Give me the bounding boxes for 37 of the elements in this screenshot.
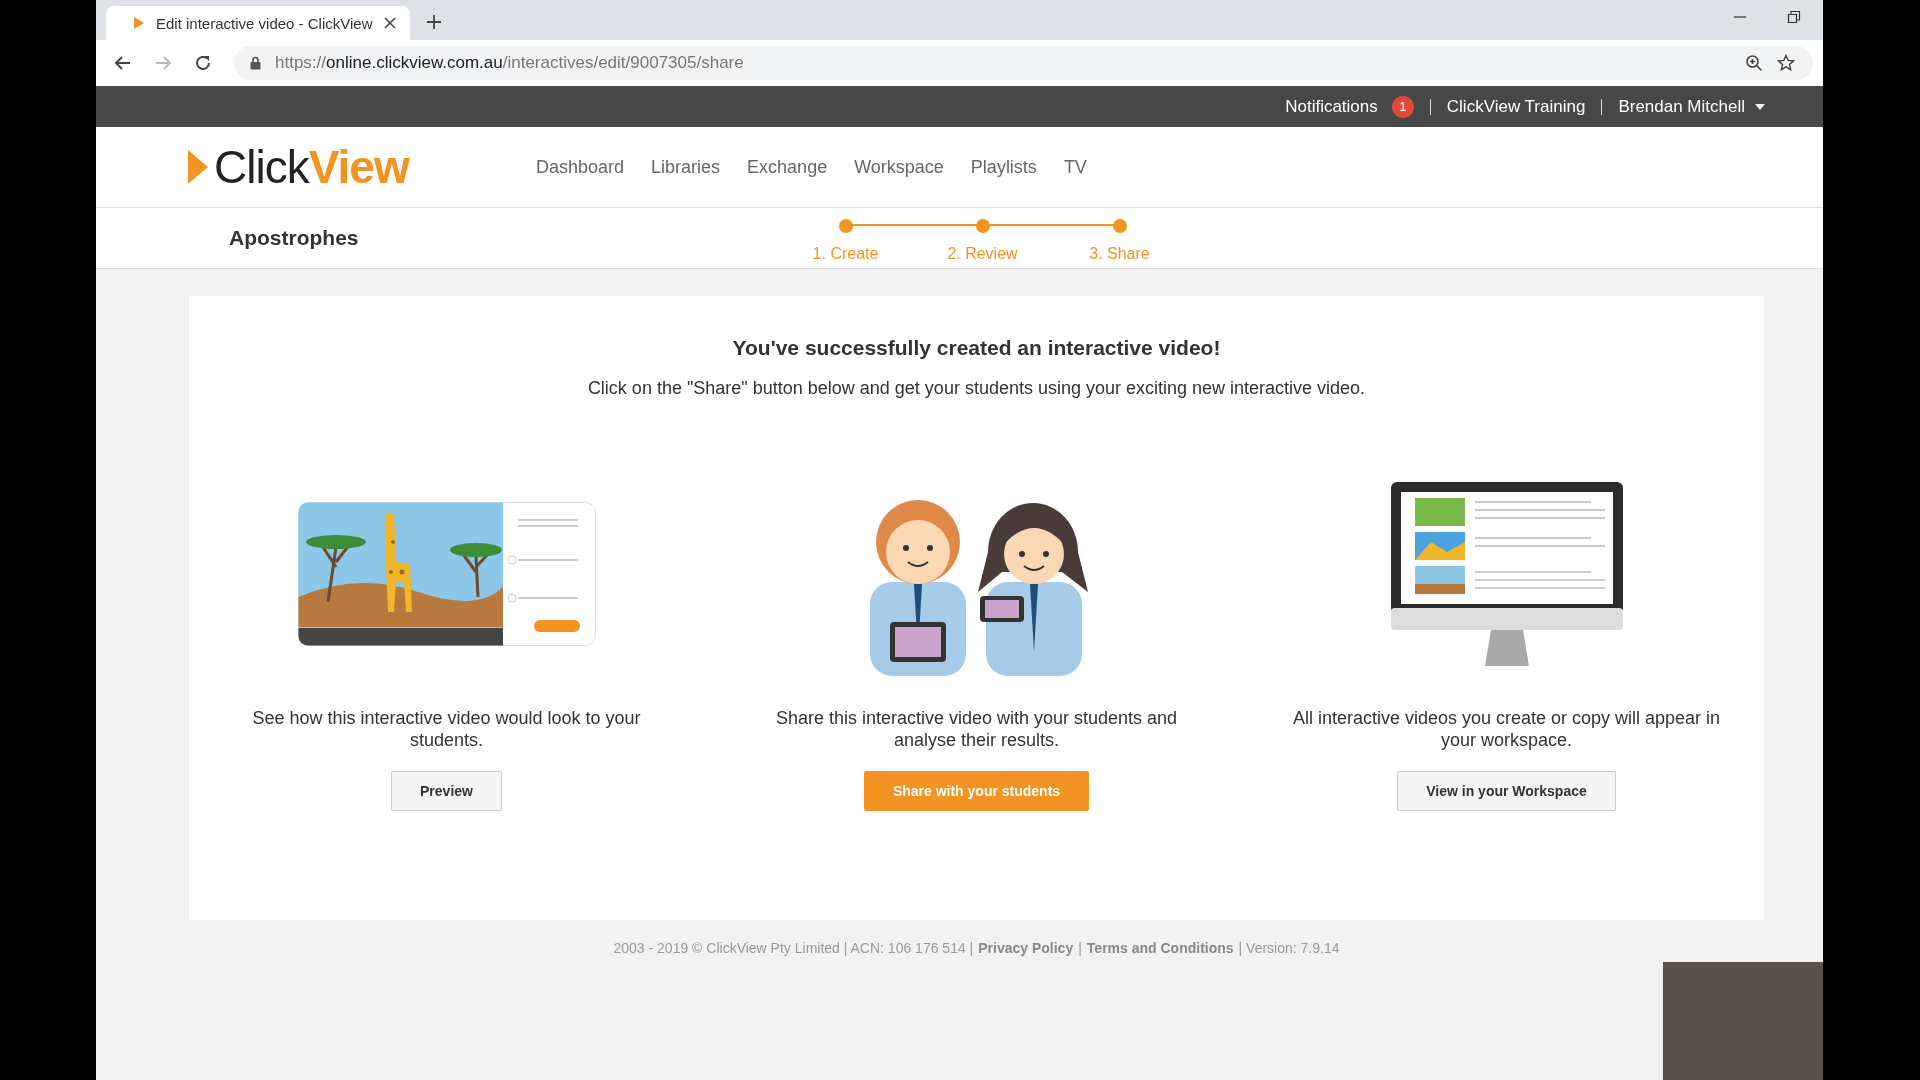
footer-link[interactable]: Terms and Conditions <box>1086 940 1234 956</box>
nav-link[interactable]: TV <box>1063 156 1087 178</box>
nav-link[interactable]: Libraries <box>651 156 721 178</box>
notifications-link[interactable]: Notifications <box>1285 96 1378 117</box>
reload-icon[interactable] <box>194 54 212 72</box>
new-tab-icon[interactable] <box>426 14 443 30</box>
lock-icon <box>250 56 261 70</box>
restore-icon[interactable] <box>1787 10 1801 24</box>
notification-count-badge: 1 <box>1391 95 1414 118</box>
option-description: All interactive videos you create or copy will appear in your workspace. <box>1291 707 1722 751</box>
logo-play-icon <box>188 150 208 184</box>
separator-text: | <box>1078 940 1082 956</box>
logo-text[interactable]: ClickView <box>214 140 409 194</box>
footer-link[interactable]: Privacy Policy <box>978 940 1074 956</box>
user-menu[interactable]: Brendan Mitchell <box>1618 96 1765 117</box>
close-icon[interactable] <box>384 17 397 29</box>
project-title: Apostrophes <box>229 226 360 250</box>
nav-link[interactable]: Exchange <box>747 156 828 178</box>
copyright-text: 2003 - 2019 © ClickView Pty Limited | ACN: 106 176 514 | <box>613 940 974 956</box>
address-field[interactable]: https://online.clickview.com.au/interactives/edit/9007305/share <box>234 46 1813 80</box>
back-icon[interactable] <box>114 54 132 72</box>
nav-link[interactable]: Dashboard <box>536 156 625 178</box>
version-text: | Version: 7.9.14 <box>1238 940 1340 956</box>
option-description: Share this interactive video with your students and analyse their results. <box>774 707 1179 751</box>
nav-link[interactable]: Playlists <box>970 156 1037 178</box>
caret-icon[interactable] <box>1755 103 1765 110</box>
organisation-link[interactable]: ClickView Training <box>1446 96 1586 117</box>
action-button[interactable]: View in your Workspace <box>1397 771 1616 811</box>
nav-link[interactable]: Workspace <box>854 156 944 178</box>
option-description: See how this interactive video would look to your students. <box>251 707 642 751</box>
instruction-text: Click on the "Share" button below and get your students using your exciting new interactive video. <box>587 378 1366 399</box>
browser-tab[interactable]: Edit interactive video - ClickView <box>106 6 411 40</box>
action-button[interactable]: Preview <box>391 771 502 811</box>
zoom-icon[interactable] <box>1745 54 1763 72</box>
star-icon[interactable] <box>1777 54 1795 72</box>
success-heading: You've successfully created an interactive video! <box>732 336 1221 360</box>
play-icon <box>134 17 144 29</box>
